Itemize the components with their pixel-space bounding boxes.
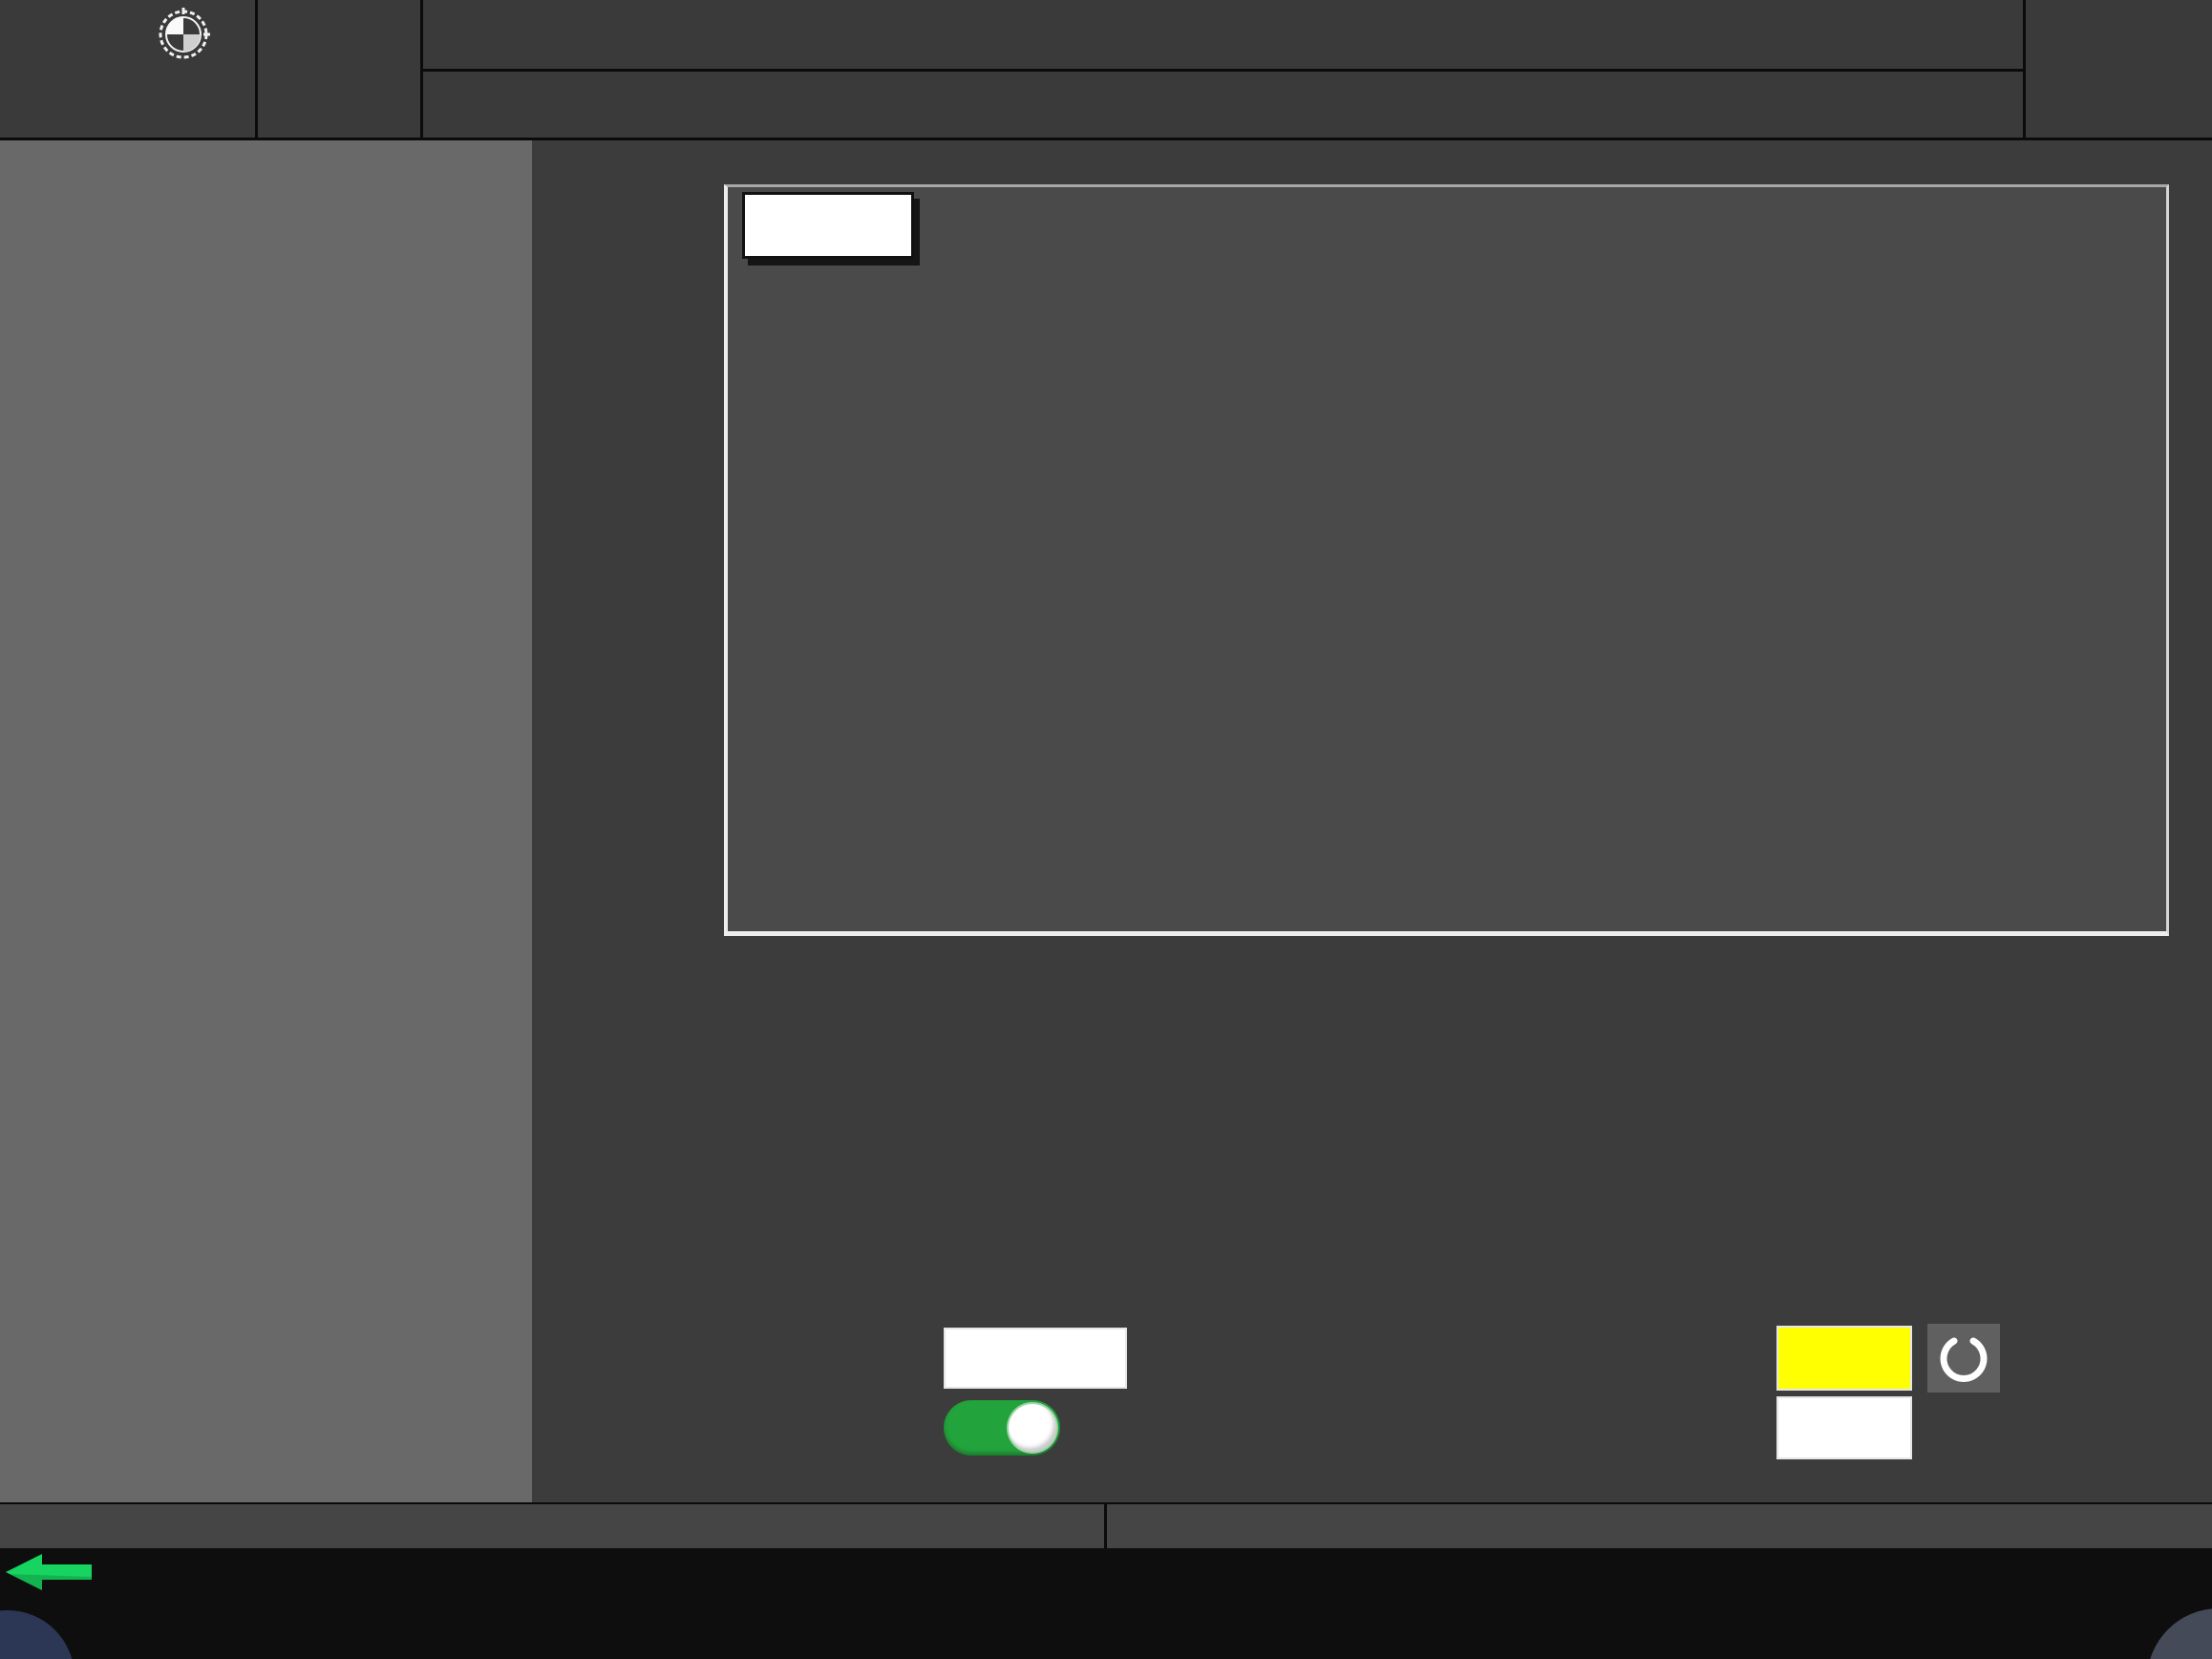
max-error-input[interactable]	[944, 1328, 1127, 1389]
machine-status	[258, 0, 420, 138]
hmi-screen	[0, 0, 2212, 1659]
refresh-icon	[1936, 1331, 1991, 1385]
top-bar	[0, 0, 2212, 140]
ref-position-icon	[157, 8, 210, 61]
refresh-button[interactable]	[1927, 1324, 2000, 1393]
legend-xz-line	[835, 223, 879, 228]
tuning-error-chart	[728, 187, 2166, 931]
clock	[2026, 0, 2212, 138]
error-chart-plot-area	[724, 184, 2169, 936]
softkey-bar	[0, 1548, 2212, 1659]
toggle-knob	[1009, 1404, 1056, 1452]
status-divider	[1104, 1504, 1107, 1550]
model-value-input[interactable]	[1776, 1396, 1912, 1459]
closed-loop-toggle[interactable]	[944, 1400, 1060, 1456]
legend-xy-line	[764, 223, 808, 228]
header-divider	[423, 69, 2023, 72]
channel-status-bar	[0, 1502, 2212, 1548]
sidebar	[0, 140, 532, 1502]
ref-indicator	[136, 8, 231, 68]
back-arrow-icon[interactable]	[6, 1554, 94, 1596]
notch-filter-value[interactable]	[1776, 1326, 1912, 1391]
chart-legend	[742, 192, 914, 259]
